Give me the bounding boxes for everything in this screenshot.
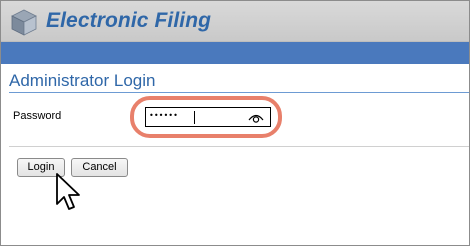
password-value: ••••••	[149, 111, 178, 120]
form-divider	[9, 146, 469, 147]
page-title: Administrator Login	[9, 71, 156, 90]
password-label: Password	[13, 110, 62, 122]
eye-icon[interactable]	[248, 111, 264, 124]
mouse-pointer-icon	[56, 173, 80, 210]
app-header: Electronic Filing	[1, 1, 469, 42]
password-input[interactable]: ••••••	[145, 107, 271, 127]
app-title: Electronic Filing	[46, 9, 212, 32]
text-caret	[194, 111, 195, 124]
cube-logo-icon	[11, 9, 37, 36]
title-underline	[9, 92, 469, 93]
nav-bar	[1, 42, 469, 64]
